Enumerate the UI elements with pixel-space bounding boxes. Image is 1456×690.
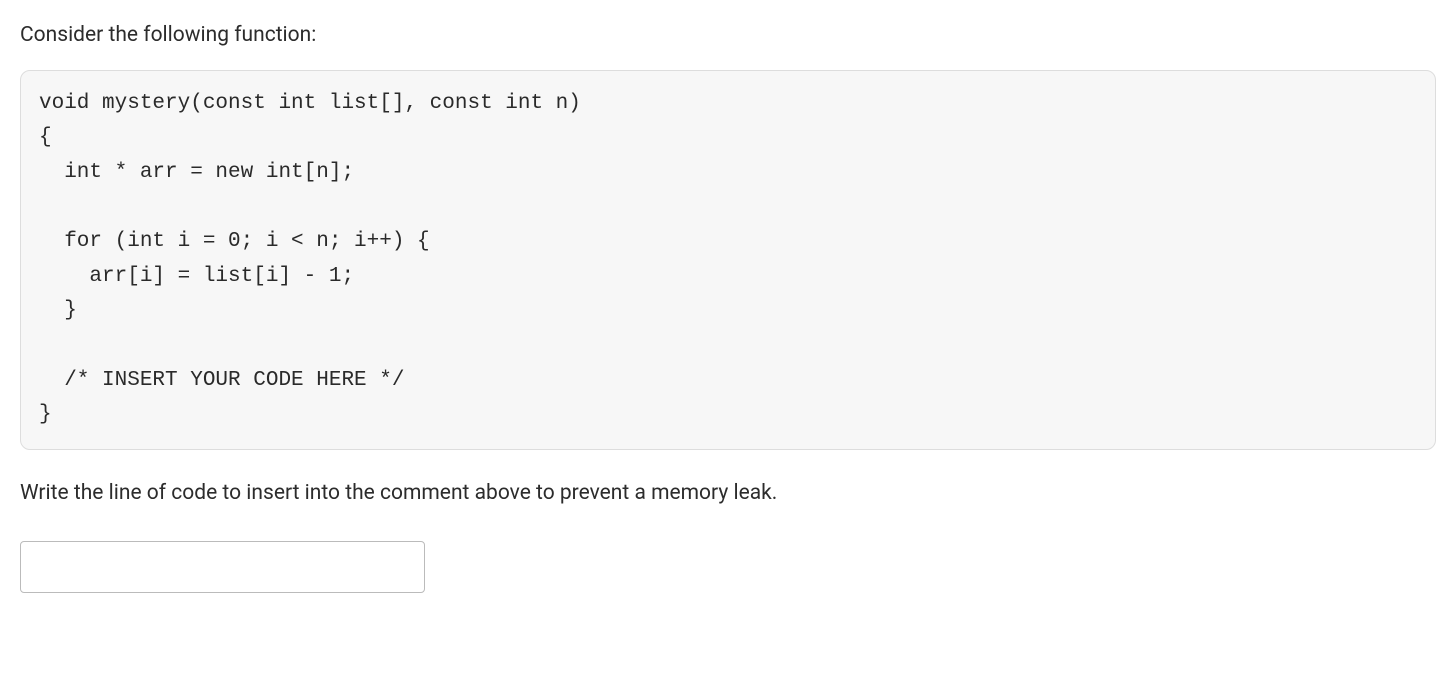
answer-input[interactable] <box>20 541 425 593</box>
code-block: void mystery(const int list[], const int… <box>20 70 1436 450</box>
question-intro: Consider the following function: <box>20 20 1436 52</box>
question-prompt: Write the line of code to insert into th… <box>20 478 1436 510</box>
